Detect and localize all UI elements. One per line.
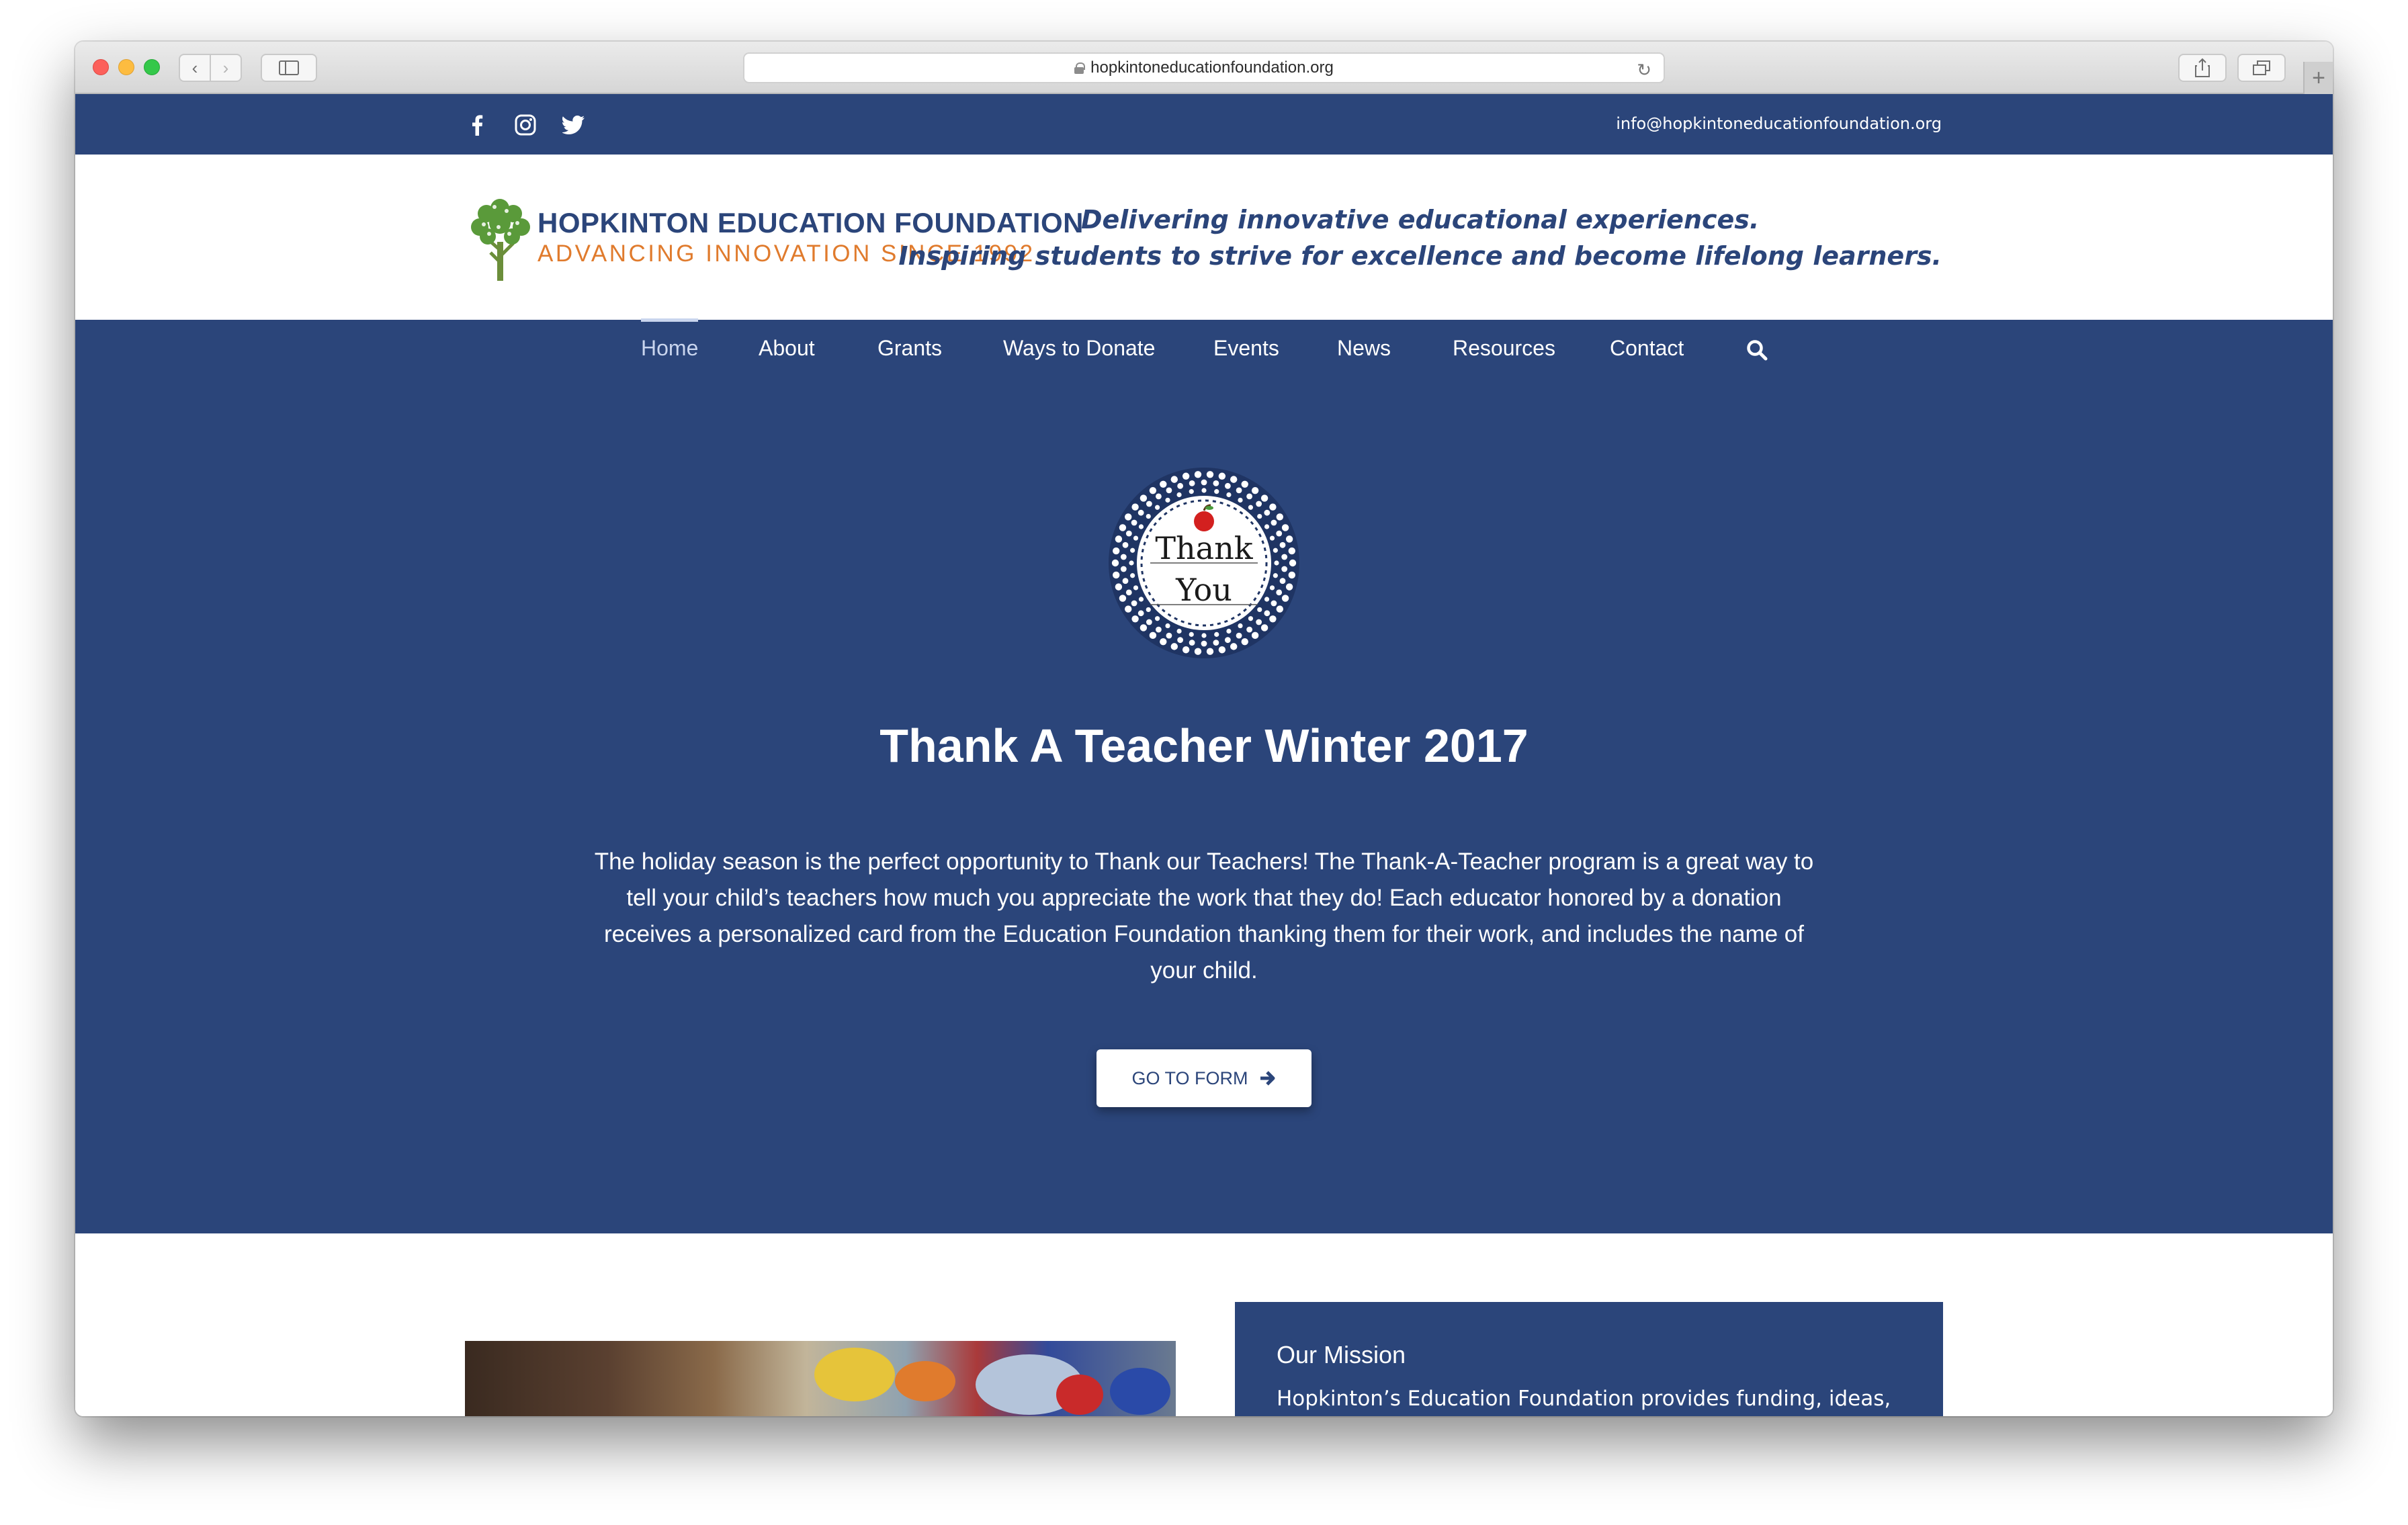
chevron-left-icon: ‹ <box>191 57 198 78</box>
web-page: info@hopkintoneducationfoundation.org HO… <box>75 94 2333 1416</box>
back-button[interactable]: ‹ <box>179 54 211 82</box>
hero-section: Home About Grants Ways to Donate Events … <box>75 318 2333 1233</box>
browser-window: ‹ › hopkintoneducationfoundation.org ↻ + <box>75 42 2333 1416</box>
thank-you-badge: Thank You <box>1109 468 1299 658</box>
forward-button[interactable]: › <box>210 54 242 82</box>
twitter-link[interactable] <box>559 110 589 140</box>
nav-item-ways-to-donate[interactable]: Ways to Donate <box>1003 336 1155 361</box>
arrow-right-icon <box>1260 1071 1275 1086</box>
badge-text-you: You <box>1175 572 1232 608</box>
instagram-icon <box>515 114 536 136</box>
tree-logo-icon <box>471 199 530 281</box>
minimize-window-button[interactable] <box>118 59 134 75</box>
facebook-icon <box>472 115 483 136</box>
show-tabs-button[interactable] <box>2237 54 2286 82</box>
nav-item-grants[interactable]: Grants <box>877 336 942 361</box>
close-window-button[interactable] <box>93 59 109 75</box>
plus-icon: + <box>2312 64 2325 91</box>
mission-text: Hopkinton’s Education Foundation provide… <box>1277 1387 1891 1411</box>
site-tagline: Delivering innovative educational experi… <box>898 202 1942 274</box>
twitter-icon <box>562 116 585 134</box>
share-icon <box>2195 58 2210 77</box>
contact-email-link[interactable]: info@hopkintoneducationfoundation.org <box>1616 114 1942 133</box>
cta-label: GO TO FORM <box>1131 1068 1248 1088</box>
content-section: Our Mission Hopkinton’s Education Founda… <box>75 1233 2333 1416</box>
address-bar[interactable]: hopkintoneducationfoundation.org ↻ <box>743 52 1665 83</box>
tagline-line-1: Delivering innovative educational experi… <box>1080 205 1760 234</box>
classroom-photo <box>465 1341 1176 1416</box>
url-text: hopkintoneducationfoundation.org <box>1090 58 1334 77</box>
main-navigation: Home About Grants Ways to Donate Events … <box>75 318 2333 380</box>
hero-description: The holiday season is the perfect opport… <box>594 848 1814 984</box>
sidebar-toggle-button[interactable] <box>261 54 317 82</box>
hero-title: Thank A Teacher Winter 2017 <box>879 720 1529 772</box>
chevron-right-icon: › <box>222 57 229 78</box>
lock-icon <box>1074 62 1086 74</box>
top-bar: info@hopkintoneducationfoundation.org <box>75 94 2333 155</box>
zoom-window-button[interactable] <box>144 59 160 75</box>
search-icon[interactable] <box>1746 339 1768 361</box>
sidebar-icon <box>279 60 299 75</box>
reload-icon[interactable]: ↻ <box>1637 60 1651 81</box>
mission-card: Our Mission Hopkinton’s Education Founda… <box>1235 1302 1943 1416</box>
tagline-line-2: Inspiring students to strive for excelle… <box>898 241 1942 271</box>
share-button[interactable] <box>2178 54 2227 82</box>
nav-item-home[interactable]: Home <box>641 318 699 361</box>
new-tab-button[interactable]: + <box>2303 62 2333 94</box>
nav-item-resources[interactable]: Resources <box>1453 336 1555 361</box>
facebook-link[interactable] <box>462 110 492 140</box>
instagram-link[interactable] <box>511 110 540 140</box>
badge-text-thank: Thank <box>1155 530 1253 566</box>
mission-title: Our Mission <box>1277 1341 1406 1368</box>
go-to-form-button[interactable]: GO TO FORM <box>1096 1049 1312 1107</box>
nav-item-about[interactable]: About <box>759 336 815 361</box>
browser-toolbar: ‹ › hopkintoneducationfoundation.org ↻ + <box>75 42 2333 94</box>
nav-item-news[interactable]: News <box>1337 336 1391 361</box>
nav-item-events[interactable]: Events <box>1213 336 1279 361</box>
site-header: HOPKINTON EDUCATION FOUNDATION ADVANCING… <box>75 155 2333 320</box>
tabs-icon <box>2253 60 2270 75</box>
nav-item-contact[interactable]: Contact <box>1610 336 1684 361</box>
